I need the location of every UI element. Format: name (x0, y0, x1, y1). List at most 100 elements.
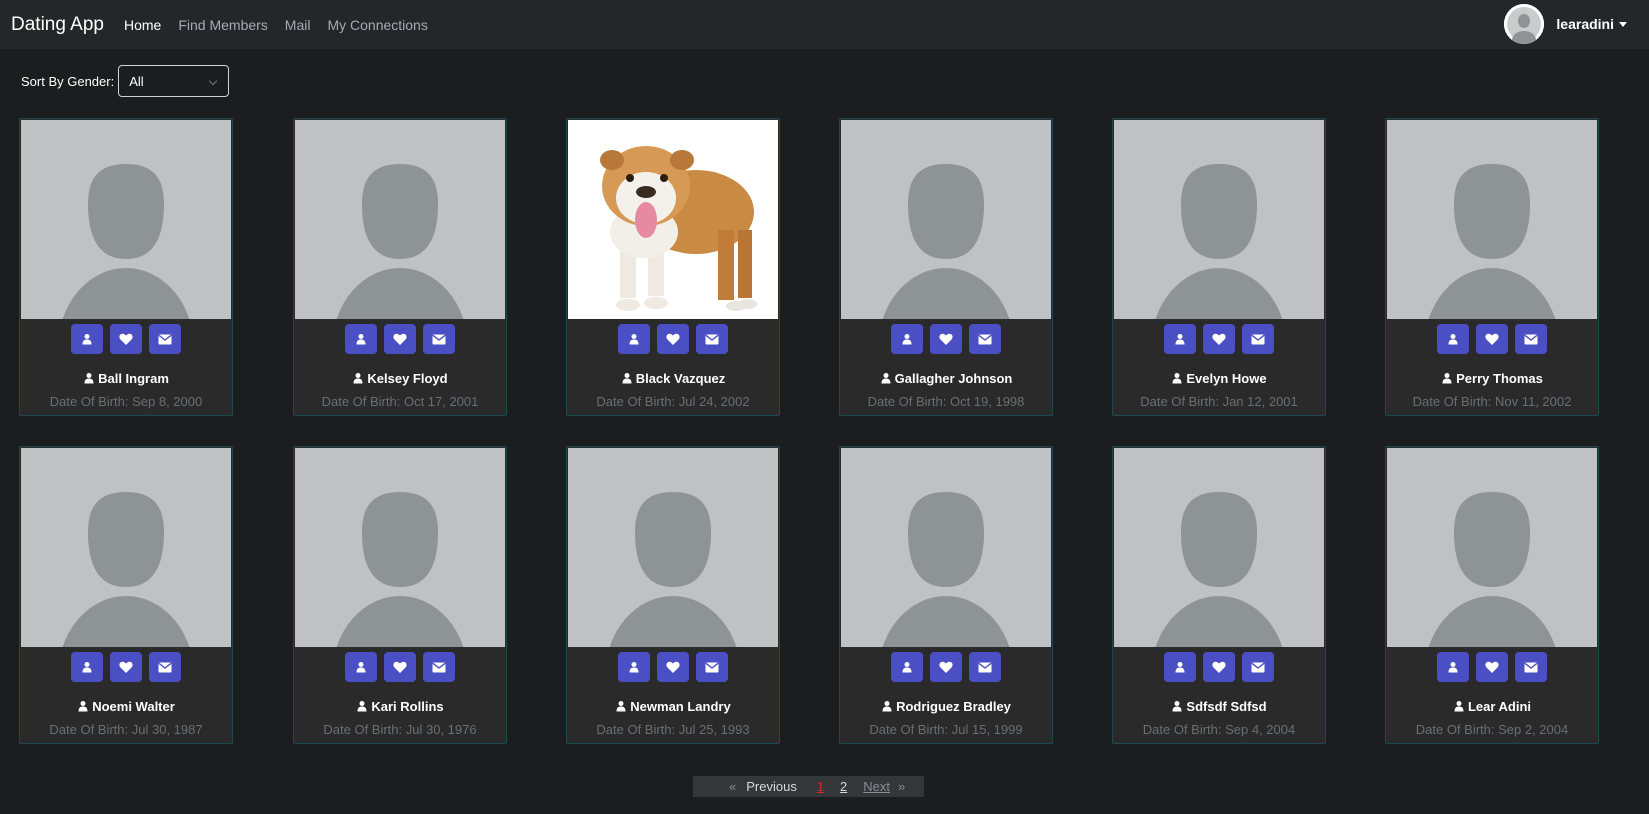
member-card[interactable]: Kari Rollins Date Of Birth: Jul 30, 1976 (293, 446, 507, 744)
member-photo[interactable] (21, 448, 231, 647)
chevron-down-icon[interactable] (1619, 21, 1627, 27)
member-name: Noemi Walter (20, 699, 232, 714)
view-profile-button[interactable] (891, 652, 923, 682)
view-profile-button[interactable] (1164, 324, 1196, 354)
member-photo[interactable] (21, 120, 231, 319)
card-actions (20, 652, 232, 682)
message-button[interactable] (423, 652, 455, 682)
view-profile-button[interactable] (345, 324, 377, 354)
placeholder-silhouette-icon (1387, 448, 1597, 647)
member-card[interactable]: Perry Thomas Date Of Birth: Nov 11, 2002 (1385, 118, 1599, 416)
member-photo[interactable] (841, 448, 1051, 647)
envelope-icon (432, 662, 446, 672)
like-button[interactable] (930, 652, 962, 682)
member-dob: Date Of Birth: Sep 2, 2004 (1415, 722, 1569, 737)
avatar[interactable] (1504, 4, 1545, 44)
nav-link-my-connections[interactable]: My Connections (327, 17, 427, 33)
nav-link-mail[interactable]: Mail (285, 17, 311, 33)
top-navbar: Dating App Home Find Members Mail My Con… (0, 0, 1649, 49)
member-photo[interactable] (1387, 448, 1597, 647)
like-button[interactable] (384, 652, 416, 682)
message-button[interactable] (1242, 324, 1274, 354)
message-button[interactable] (696, 324, 728, 354)
user-icon (882, 701, 892, 712)
next-arrow-icon[interactable]: » (898, 779, 905, 794)
gender-select[interactable]: All (118, 65, 230, 97)
message-button[interactable] (423, 324, 455, 354)
like-button[interactable] (110, 652, 142, 682)
view-profile-button[interactable] (71, 652, 103, 682)
nav-link-find-members[interactable]: Find Members (178, 17, 267, 33)
view-profile-button[interactable] (1437, 652, 1469, 682)
like-button[interactable] (657, 324, 689, 354)
message-button[interactable] (969, 324, 1001, 354)
view-profile-button[interactable] (891, 324, 923, 354)
member-card[interactable]: Noemi Walter Date Of Birth: Jul 30, 1987 (19, 446, 233, 744)
member-photo[interactable] (568, 120, 778, 319)
placeholder-silhouette-icon (841, 448, 1051, 647)
view-profile-button[interactable] (1437, 324, 1469, 354)
member-name-text: Black Vazquez (635, 371, 726, 386)
envelope-icon (158, 334, 172, 344)
page-link-1[interactable]: 1 (817, 779, 824, 794)
placeholder-silhouette-icon (295, 120, 505, 319)
member-photo[interactable] (295, 120, 505, 319)
member-card[interactable]: Evelyn Howe Date Of Birth: Jan 12, 2001 (1112, 118, 1326, 416)
placeholder-silhouette-icon (1114, 120, 1324, 319)
member-photo[interactable] (1387, 120, 1597, 319)
user-icon (1448, 662, 1458, 673)
member-name: Kari Rollins (294, 699, 506, 714)
user-menu[interactable]: learadini (1504, 4, 1627, 44)
member-card[interactable]: Gallagher Johnson Date Of Birth: Oct 19,… (839, 118, 1053, 416)
pagination: « Previous 1 2 Next » (693, 776, 924, 797)
next-page-link[interactable]: Next (863, 779, 890, 794)
like-button[interactable] (384, 324, 416, 354)
member-dob: Date Of Birth: Jul 25, 1993 (596, 722, 750, 737)
view-profile-button[interactable] (1164, 652, 1196, 682)
message-button[interactable] (1515, 324, 1547, 354)
message-button[interactable] (1242, 652, 1274, 682)
like-button[interactable] (1203, 324, 1235, 354)
member-photo[interactable] (1114, 120, 1324, 319)
member-card[interactable]: Sdfsdf Sdfsd Date Of Birth: Sep 4, 2004 (1112, 446, 1326, 744)
member-photo[interactable] (568, 448, 778, 647)
nav-link-home[interactable]: Home (124, 17, 161, 33)
member-card[interactable]: Kelsey Floyd Date Of Birth: Oct 17, 2001 (293, 118, 507, 416)
message-button[interactable] (696, 652, 728, 682)
card-actions (567, 324, 779, 354)
like-button[interactable] (110, 324, 142, 354)
view-profile-button[interactable] (345, 652, 377, 682)
view-profile-button[interactable] (71, 324, 103, 354)
previous-page-link[interactable]: Previous (746, 779, 797, 794)
username-dropdown[interactable]: learadini (1556, 16, 1614, 32)
like-button[interactable] (657, 652, 689, 682)
view-profile-button[interactable] (618, 324, 650, 354)
prev-arrow-icon[interactable]: « (729, 779, 736, 794)
message-button[interactable] (149, 652, 181, 682)
message-button[interactable] (969, 652, 1001, 682)
member-card[interactable]: Rodriguez Bradley Date Of Birth: Jul 15,… (839, 446, 1053, 744)
avatar-silhouette-icon (1504, 4, 1545, 44)
placeholder-silhouette-icon (841, 120, 1051, 319)
member-name-text: Sdfsdf Sdfsd (1186, 699, 1267, 714)
member-name-text: Newman Landry (630, 699, 731, 714)
page-link-2[interactable]: 2 (840, 779, 847, 794)
bulldog-photo (568, 120, 778, 319)
like-button[interactable] (1203, 652, 1235, 682)
like-button[interactable] (1476, 652, 1508, 682)
like-button[interactable] (930, 324, 962, 354)
message-button[interactable] (149, 324, 181, 354)
member-photo[interactable] (1114, 448, 1324, 647)
message-button[interactable] (1515, 652, 1547, 682)
member-card[interactable]: Newman Landry Date Of Birth: Jul 25, 199… (566, 446, 780, 744)
view-profile-button[interactable] (618, 652, 650, 682)
brand-logo-text[interactable]: Dating App (11, 14, 104, 36)
member-card[interactable]: Ball Ingram Date Of Birth: Sep 8, 2000 (19, 118, 233, 416)
member-photo[interactable] (295, 448, 505, 647)
member-card[interactable]: Lear Adini Date Of Birth: Sep 2, 2004 (1385, 446, 1599, 744)
member-photo[interactable] (841, 120, 1051, 319)
like-button[interactable] (1476, 324, 1508, 354)
member-card[interactable]: Black Vazquez Date Of Birth: Jul 24, 200… (566, 118, 780, 416)
card-actions (1386, 324, 1598, 354)
card-actions (567, 652, 779, 682)
